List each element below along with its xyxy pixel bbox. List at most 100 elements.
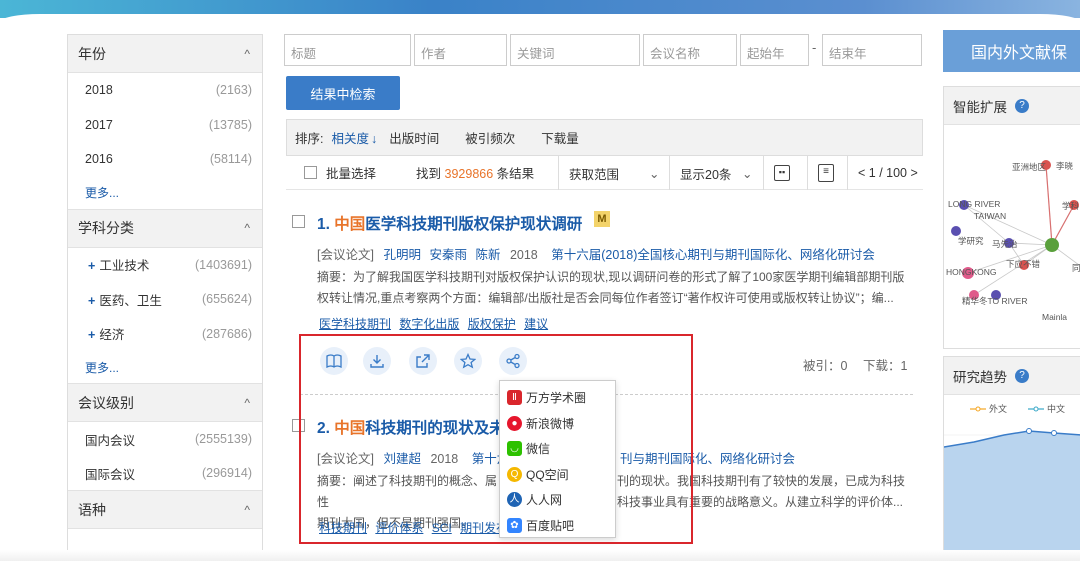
author-link[interactable]: 孔明明 xyxy=(383,248,421,262)
filter-year-header[interactable]: 年份 ^ xyxy=(68,35,262,73)
keyword-link[interactable]: 科技期刊 xyxy=(319,521,367,535)
end-year-input[interactable]: 结束年 xyxy=(822,34,922,66)
favorite-button[interactable] xyxy=(454,347,482,375)
list-view-button[interactable]: ≡ xyxy=(807,156,847,190)
chevron-up-icon[interactable]: ^ xyxy=(244,47,250,61)
author-input[interactable]: 作者 xyxy=(414,34,507,66)
search-within-results-button[interactable]: 结果中检索 xyxy=(286,76,400,110)
share-item-label[interactable]: QQ空间 xyxy=(526,466,569,483)
filter-level-header[interactable]: 会议级别 ^ xyxy=(68,384,262,422)
doc-type: [会议论文] xyxy=(317,452,374,466)
export-button[interactable] xyxy=(409,347,437,375)
read-online-button[interactable] xyxy=(320,347,348,375)
keyword-link[interactable]: 评价体系 xyxy=(375,521,423,535)
filter-item[interactable]: 国内会议 (2555139) xyxy=(68,422,262,457)
title-highlight[interactable]: 中国 xyxy=(334,216,365,233)
filter-item[interactable]: 国际会议 (296914) xyxy=(68,457,262,491)
expand-plus-icon[interactable]: + xyxy=(88,294,95,308)
more-link[interactable]: 更多... xyxy=(68,177,262,210)
chevron-up-icon[interactable]: ^ xyxy=(244,221,250,235)
batch-select-label[interactable]: 批量选择 xyxy=(326,163,376,182)
keyword-link[interactable]: 数字化出版 xyxy=(399,317,459,331)
batch-select-checkbox[interactable] xyxy=(304,166,317,179)
venue-link[interactable]: 第十六届(2018)全国核心期刊与期刊国际化、网络化研讨会 xyxy=(551,248,875,262)
trend-chart[interactable]: 外文 中文 xyxy=(944,395,1080,550)
keyword-link[interactable]: 医学科技期刊 xyxy=(319,317,391,331)
filter-item[interactable]: + 医药、卫生 (655624) xyxy=(68,282,262,317)
share-item-label[interactable]: 百度贴吧 xyxy=(526,517,574,534)
scope-dropdown[interactable]: 获取范围 ⌄ xyxy=(558,156,668,190)
chevron-up-icon[interactable]: ^ xyxy=(244,396,250,410)
filter-item-label[interactable]: 医药、卫生 xyxy=(99,294,162,308)
keyword-input[interactable]: 关键词 xyxy=(510,34,640,66)
knowledge-network-graph[interactable]: 亚洲地区 李晓 学科 LONG RIVER TAIWAN 学研究 马先治 HON… xyxy=(944,125,1080,349)
title-highlight[interactable]: 中国 xyxy=(334,420,365,437)
found-prefix: 找到 xyxy=(416,167,442,181)
found-number: 3929866 xyxy=(444,167,494,181)
start-year-input[interactable]: 起始年 xyxy=(740,34,809,66)
expand-plus-icon[interactable]: + xyxy=(88,328,95,342)
filter-item[interactable]: 2016 (58114) xyxy=(68,142,262,177)
share-item-label[interactable]: 万方学术圈 xyxy=(526,389,586,406)
graph-node-label: 学科 xyxy=(1062,201,1080,211)
download-button[interactable] xyxy=(363,347,391,375)
filter-language-header[interactable]: 语种 ^ xyxy=(68,491,262,529)
grid-view-button[interactable]: ▪▪ xyxy=(763,156,807,190)
expand-plus-icon[interactable]: + xyxy=(88,259,95,273)
filter-item[interactable]: 2018 (2163) xyxy=(68,73,262,108)
share-button[interactable] xyxy=(499,347,527,375)
export-icon xyxy=(416,354,430,368)
filter-language-title: 语种 xyxy=(78,501,106,518)
share-qzone[interactable]: Q QQ空间 xyxy=(500,462,615,488)
share-wechat[interactable]: ◡ 微信 xyxy=(500,436,615,462)
share-item-label[interactable]: 人人网 xyxy=(526,491,562,508)
filter-item[interactable]: + 经济 (287686) xyxy=(68,317,262,352)
author-link[interactable]: 安秦雨 xyxy=(429,248,467,262)
help-icon[interactable]: ? xyxy=(1015,98,1029,113)
filter-item-label[interactable]: 工业技术 xyxy=(99,259,149,273)
keyword-link[interactable]: 建议 xyxy=(524,317,548,331)
chevron-down-icon: ⌄ xyxy=(742,166,753,181)
share-renren[interactable]: 人 人人网 xyxy=(500,487,615,513)
filter-item-label[interactable]: 国内会议 xyxy=(85,430,135,449)
sort-downloads[interactable]: 下载量 xyxy=(541,128,579,147)
filter-subject-header[interactable]: 学科分类 ^ xyxy=(68,209,262,248)
title-text[interactable]: 科技期刊的现状及未 xyxy=(365,420,505,437)
share-item-label[interactable]: 新浪微博 xyxy=(526,415,574,432)
result-title[interactable]: 2. 中国科技期刊的现状及未 xyxy=(317,416,505,438)
conference-name-input[interactable]: 会议名称 xyxy=(643,34,737,66)
share-item-label[interactable]: 微信 xyxy=(526,440,550,457)
sort-relevance[interactable]: 相关度 ↓ xyxy=(331,128,377,147)
right-panel-header[interactable]: 国内外文献保 xyxy=(943,30,1080,72)
keyword-link[interactable]: 版权保护 xyxy=(468,317,516,331)
author-link[interactable]: 陈新 xyxy=(475,248,500,262)
filter-item-label[interactable]: 2016 xyxy=(85,152,113,166)
title-input[interactable]: 标题 xyxy=(284,34,411,66)
author-link[interactable]: 刘建超 xyxy=(383,452,421,466)
pager[interactable]: < 1 / 100 > xyxy=(847,156,923,190)
share-wanfang[interactable]: Ⅱ 万方学术圈 xyxy=(500,385,615,411)
filter-item[interactable]: + 工业技术 (1403691) xyxy=(68,248,262,283)
pager-label[interactable]: < 1 / 100 > xyxy=(858,166,918,180)
filter-item[interactable]: 2017 (13785) xyxy=(68,108,262,143)
venue-link[interactable]: 刊与期刊国际化、网络化研讨会 xyxy=(620,452,795,466)
filter-item-label[interactable]: 国际会议 xyxy=(85,464,135,483)
share-tieba[interactable]: ✿ 百度贴吧 xyxy=(500,513,615,539)
sort-label: 排序: xyxy=(295,132,324,146)
help-icon[interactable]: ? xyxy=(1015,368,1029,383)
star-icon xyxy=(460,353,476,369)
title-text[interactable]: 医学科技期刊版权保护现状调研 xyxy=(365,216,582,233)
more-link[interactable]: 更多... xyxy=(68,351,262,384)
sort-cited[interactable]: 被引频次 xyxy=(465,128,515,147)
per-page-dropdown[interactable]: 显示20条 ⌄ xyxy=(669,156,763,190)
keyword-link[interactable]: SCI xyxy=(432,521,452,535)
share-weibo[interactable]: ● 新浪微博 xyxy=(500,411,615,437)
filter-item-label[interactable]: 2018 xyxy=(85,83,113,97)
filter-item-label[interactable]: 2017 xyxy=(85,118,113,132)
chevron-up-icon[interactable]: ^ xyxy=(244,503,250,517)
result-checkbox[interactable] xyxy=(292,215,305,228)
filter-item-label[interactable]: 经济 xyxy=(99,328,124,342)
result-checkbox[interactable] xyxy=(292,419,305,432)
result-title[interactable]: 1. 中国医学科技期刊版权保护现状调研 xyxy=(317,212,582,234)
sort-pubdate[interactable]: 出版时间 xyxy=(389,128,439,147)
